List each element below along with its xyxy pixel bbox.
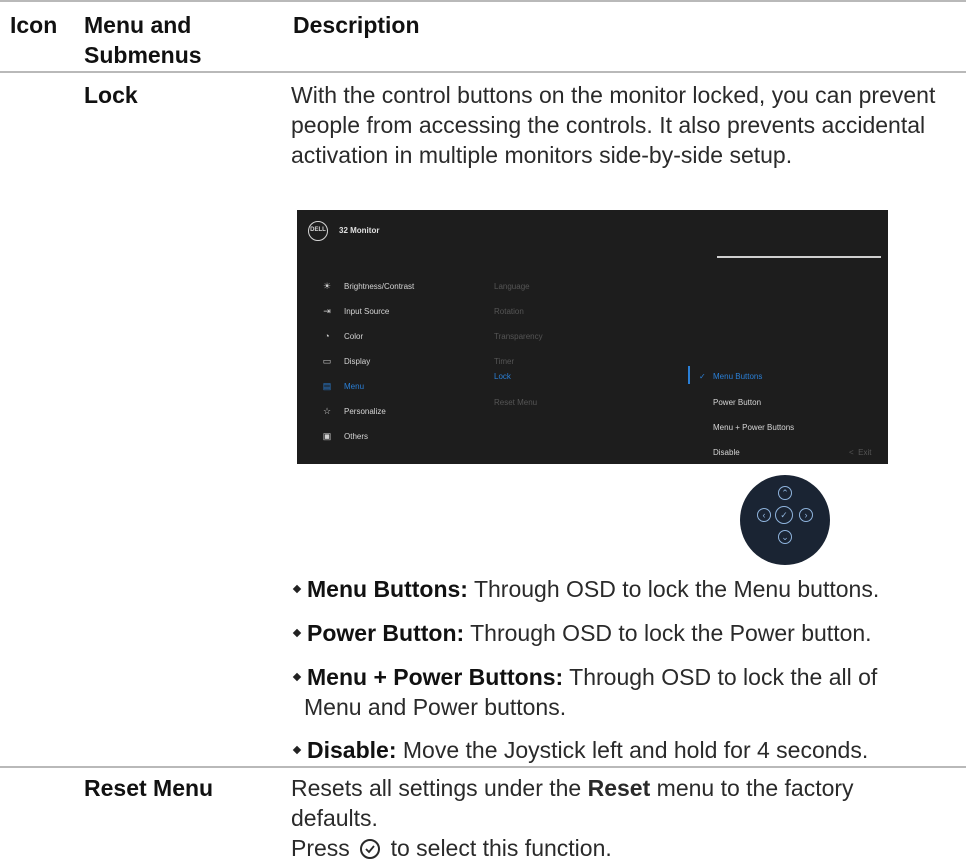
osd-check-icon: ✓ (699, 372, 706, 381)
display-icon: ▭ (322, 355, 332, 366)
reset-item-name: Reset Menu (84, 775, 214, 801)
joystick-illustration: ⌃ ‹ ✓ › ⌄ (740, 475, 830, 565)
diamond-bullet-icon (292, 672, 302, 682)
osd-menu-item-brightness[interactable]: ☀ Brightness/Contrast (321, 280, 414, 292)
reset-description: Resets all settings under the Reset menu… (291, 775, 854, 861)
others-icon: ▣ (322, 430, 332, 441)
osd-option-menu-power-buttons[interactable]: Menu + Power Buttons (713, 423, 794, 432)
osd-option-disable[interactable]: Disable (713, 448, 740, 457)
header-menu: Menu and Submenus (84, 12, 202, 68)
bullet-power-button: Power Button: Through OSD to lock the Po… (291, 618, 963, 648)
osd-submenu-transparency[interactable]: Transparency (494, 332, 543, 341)
osd-submenu-timer[interactable]: Timer (494, 357, 514, 366)
osd-menu-label: Personalize (344, 406, 386, 416)
osd-submenu-rotation[interactable]: Rotation (494, 307, 524, 316)
joystick-right-icon: › (799, 508, 813, 522)
osd-option-power-button[interactable]: Power Button (713, 398, 761, 407)
bullet-disable: Disable: Move the Joystick left and hold… (291, 735, 963, 765)
osd-menu-item-input-source[interactable]: ⇥ Input Source (321, 305, 389, 317)
dell-logo: DELL (308, 221, 328, 241)
header-bottom-rule (0, 71, 966, 73)
osd-exit[interactable]: < Exit (849, 448, 871, 457)
osd-exit-label: Exit (858, 448, 872, 457)
bullet-menu-buttons: Menu Buttons: Through OSD to lock the Me… (291, 574, 963, 604)
osd-menu-label: Color (344, 331, 364, 341)
osd-menu-item-menu[interactable]: ▤ Menu (321, 380, 364, 392)
osd-menu-label: Brightness/Contrast (344, 281, 415, 291)
osd-menu-item-color[interactable]: ◔ Color (321, 330, 363, 342)
joystick-down-icon: ⌄ (778, 530, 792, 544)
color-icon: ◔ (324, 331, 330, 341)
osd-menu-label: Menu (344, 381, 365, 391)
chevron-left-icon: < (849, 448, 854, 457)
row-divider (0, 766, 966, 768)
osd-submenu-reset-menu[interactable]: Reset Menu (494, 398, 537, 407)
bullet-menu-power-buttons: Menu + Power Buttons: Through OSD to loc… (291, 662, 963, 722)
osd-menu-item-display[interactable]: ▭ Display (321, 355, 371, 367)
check-circle-icon (360, 839, 381, 859)
osd-submenu-language[interactable]: Language (494, 282, 530, 291)
osd-screenshot: DELL 32 Monitor ☀ Brightness/Contrast ⇥ In… (297, 210, 888, 464)
star-icon: ☆ (322, 405, 332, 416)
diamond-bullet-icon (292, 584, 302, 594)
osd-menu-item-personalize[interactable]: ☆ Personalize (321, 405, 386, 417)
osd-top-divider (717, 256, 881, 258)
diamond-bullet-icon (292, 628, 302, 638)
osd-menu-item-others[interactable]: ▣ Others (321, 430, 368, 442)
menu-icon: ▤ (322, 380, 332, 391)
osd-selection-bar (688, 366, 690, 384)
osd-menu-label: Input Source (344, 306, 390, 316)
joystick-left-icon: ‹ (757, 508, 771, 522)
osd-menu-label: Others (344, 431, 369, 441)
osd-model-title: 32 Monitor (339, 226, 380, 235)
table-top-rule (0, 0, 966, 2)
joystick-center-icon: ✓ (775, 506, 793, 524)
header-description: Description (293, 12, 420, 38)
osd-menu-label: Display (344, 356, 371, 366)
input-source-icon: ⇥ (323, 305, 331, 316)
header-icon: Icon (10, 12, 58, 38)
lock-description: With the control buttons on the monitor … (291, 82, 936, 168)
joystick-up-icon: ⌃ (778, 486, 792, 500)
osd-submenu-lock[interactable]: Lock (494, 372, 511, 381)
osd-option-menu-buttons[interactable]: Menu Buttons (713, 372, 762, 381)
brightness-icon: ☀ (322, 280, 332, 291)
diamond-bullet-icon (292, 745, 302, 755)
lock-item-name: Lock (84, 82, 138, 108)
